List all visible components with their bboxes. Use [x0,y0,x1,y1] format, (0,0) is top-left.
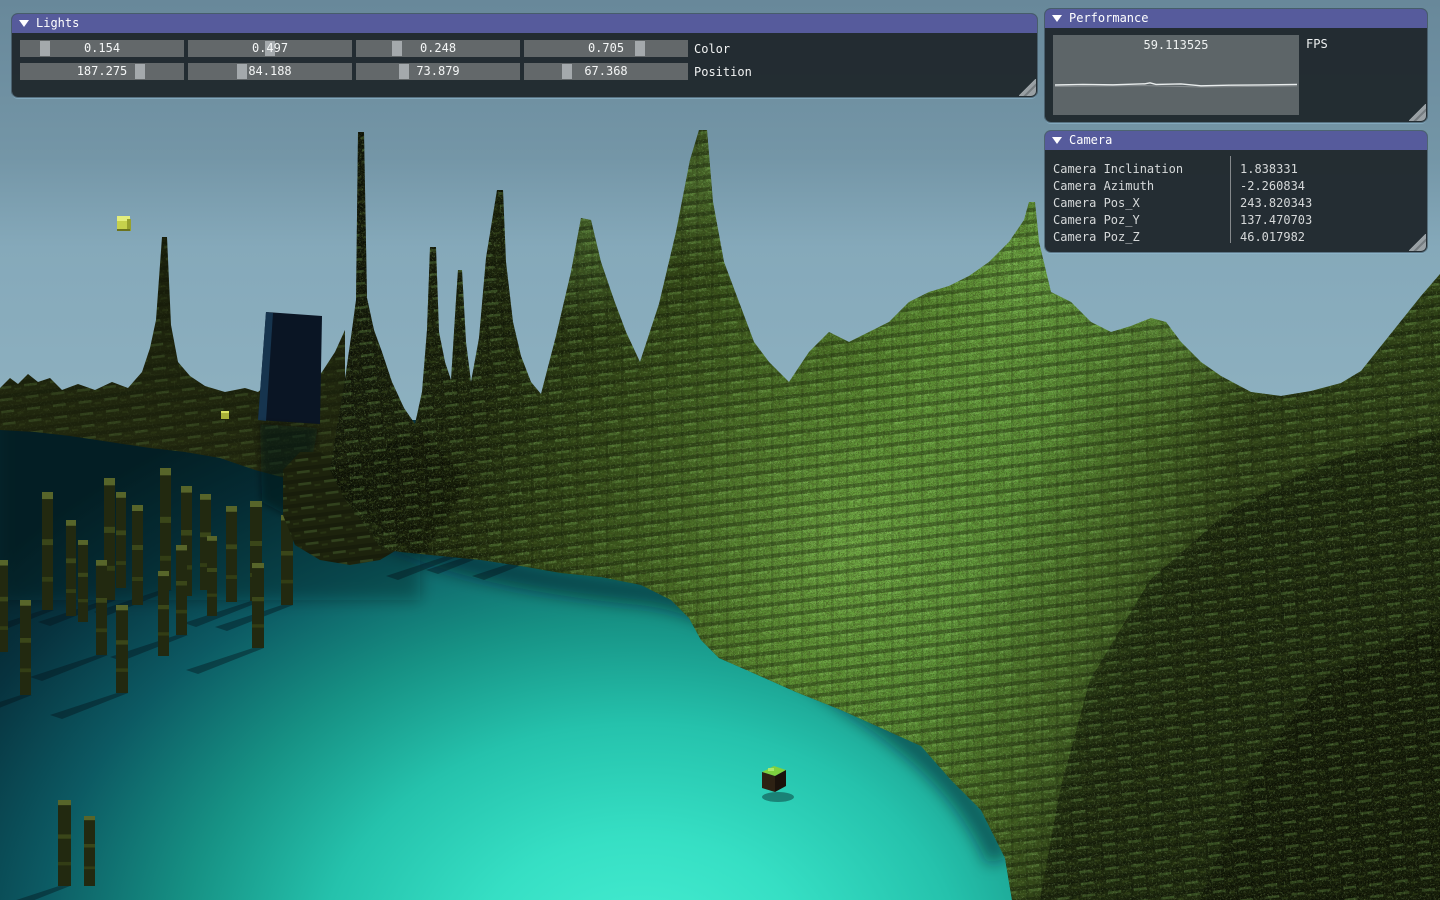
light-position-row: 187.275 84.188 73.879 67.368 Position [20,63,752,80]
light-color-slider-1[interactable]: 0.497 [188,40,352,57]
camera-panel-title: Camera [1069,131,1112,150]
camera-row-value[interactable]: 1.838331 [1230,162,1298,176]
performance-panel-title: Performance [1069,9,1148,28]
lights-panel-title: Lights [36,14,79,33]
small-yellow-light-cube [221,411,229,419]
slider-handle[interactable] [399,64,409,79]
camera-row-pos-x: Camera Pos_X 243.820343 [1053,194,1419,211]
app-window: Lights 0.154 0.497 0.248 0.705 [0,0,1440,900]
slider-value: 0.705 [524,40,688,57]
slider-handle[interactable] [265,41,275,56]
camera-row-value[interactable]: 137.470703 [1230,213,1312,227]
slider-value: 187.275 [20,63,184,80]
light-position-slider-0[interactable]: 187.275 [20,63,184,80]
performance-panel-body: 59.113525 FPS [1045,28,1427,120]
light-position-slider-3[interactable]: 67.368 [524,63,688,80]
light-position-slider-1[interactable]: 84.188 [188,63,352,80]
collapse-arrow-icon[interactable] [19,20,29,27]
camera-row-label: Camera Poz_Z [1053,230,1230,244]
light-color-slider-3[interactable]: 0.705 [524,40,688,57]
lights-panel: Lights 0.154 0.497 0.248 0.705 [12,14,1037,97]
camera-row-label: Camera Inclination [1053,162,1230,176]
camera-panel-body: Camera Inclination 1.838331 Camera Azimu… [1045,150,1427,250]
performance-panel-titlebar[interactable]: Performance [1045,9,1427,28]
slider-handle[interactable] [40,41,50,56]
camera-row-label: Camera Azimuth [1053,179,1230,193]
light-position-slider-2[interactable]: 73.879 [356,63,520,80]
fps-label: FPS [1306,37,1328,51]
slider-value: 84.188 [188,63,352,80]
light-color-row: 0.154 0.497 0.248 0.705 Color [20,40,730,57]
slider-value: 73.879 [356,63,520,80]
position-row-label: Position [694,65,752,79]
camera-row-poz-y: Camera Poz_Y 137.470703 [1053,211,1419,228]
resize-grip[interactable] [1409,234,1426,251]
lights-panel-titlebar[interactable]: Lights [12,14,1037,33]
slider-handle[interactable] [562,64,572,79]
collapse-arrow-icon[interactable] [1052,137,1062,144]
fps-value: 59.113525 [1053,38,1299,52]
camera-row-azimuth: Camera Azimuth -2.260834 [1053,177,1419,194]
light-color-slider-0[interactable]: 0.154 [20,40,184,57]
color-row-label: Color [694,42,730,56]
slider-value: 67.368 [524,63,688,80]
camera-panel: Camera Camera Inclination 1.838331 Camer… [1045,131,1427,252]
resize-grip[interactable] [1019,79,1036,96]
light-color-slider-2[interactable]: 0.248 [356,40,520,57]
camera-row-inclination: Camera Inclination 1.838331 [1053,160,1419,177]
camera-row-value[interactable]: -2.260834 [1230,179,1305,193]
camera-rows: Camera Inclination 1.838331 Camera Azimu… [1053,160,1419,245]
slider-handle[interactable] [392,41,402,56]
collapse-arrow-icon[interactable] [1052,15,1062,22]
slider-handle[interactable] [237,64,247,79]
resize-grip[interactable] [1409,104,1426,121]
camera-row-value[interactable]: 46.017982 [1230,230,1305,244]
slider-handle[interactable] [635,41,645,56]
yellow-light-cube [117,216,131,231]
slider-handle[interactable] [135,64,145,79]
performance-panel: Performance 59.113525 FPS [1045,9,1427,122]
camera-panel-titlebar[interactable]: Camera [1045,131,1427,150]
camera-row-label: Camera Pos_X [1053,196,1230,210]
slider-value: 0.248 [356,40,520,57]
camera-row-value[interactable]: 243.820343 [1230,196,1312,210]
fps-graph: 59.113525 [1053,35,1299,115]
camera-row-poz-z: Camera Poz_Z 46.017982 [1053,228,1419,245]
camera-row-label: Camera Poz_Y [1053,213,1230,227]
